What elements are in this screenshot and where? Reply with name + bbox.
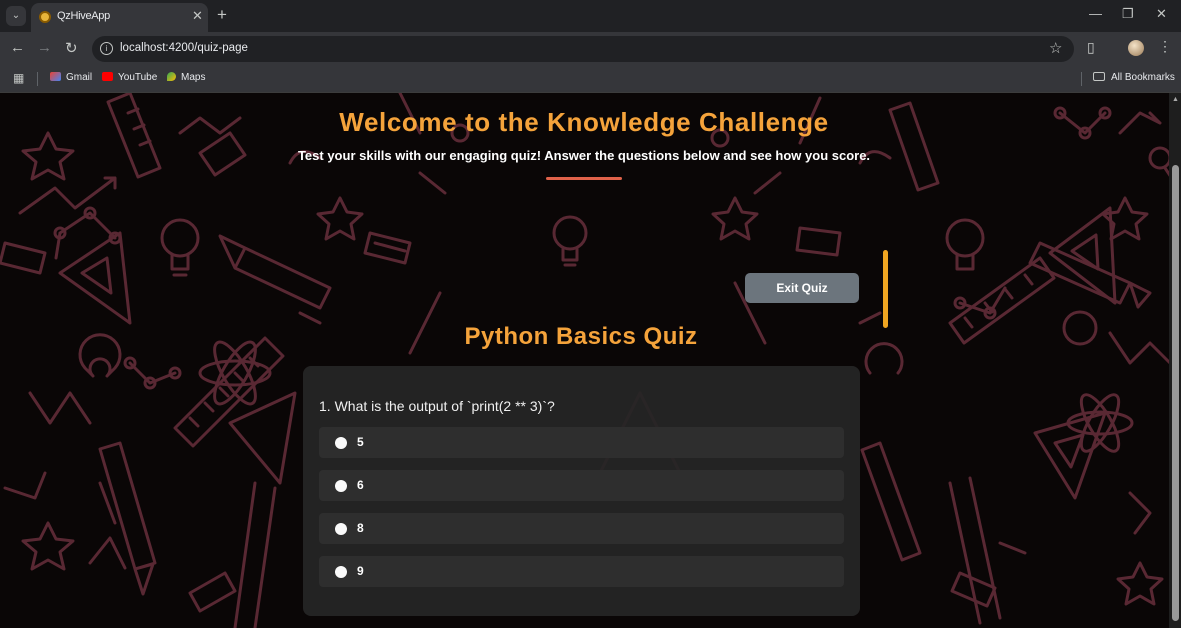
tab-strip: ⌄ QzHiveApp ✕ + — ❐ ✕ — [0, 0, 1181, 32]
new-tab-icon[interactable]: + — [217, 5, 227, 25]
close-tab-icon[interactable]: ✕ — [192, 8, 203, 24]
browser-tab[interactable]: QzHiveApp ✕ — [31, 3, 208, 32]
site-info-icon[interactable]: i — [100, 42, 113, 55]
browser-toolbar: ← → ↻ i localhost:4200/quiz-page ☆ ▯ ⋮ — [0, 32, 1181, 65]
bookmark-label: Gmail — [66, 72, 93, 83]
bookmark-star-icon[interactable]: ☆ — [1049, 39, 1062, 57]
forward-icon[interactable]: → — [37, 39, 52, 56]
accent-bar — [883, 250, 888, 328]
minimize-icon[interactable]: — — [1089, 6, 1102, 21]
page-viewport: Welcome to the Knowledge Challenge Test … — [0, 93, 1181, 628]
address-bar[interactable]: i localhost:4200/quiz-page ☆ — [92, 36, 1074, 62]
page-title: Welcome to the Knowledge Challenge — [339, 107, 829, 137]
bookmarks-bar: ▦ Gmail YouTube Maps All Bookmarks — [0, 65, 1181, 93]
option-label: 9 — [357, 564, 364, 578]
bookmark-maps[interactable]: Maps — [167, 72, 205, 83]
bookmark-gmail[interactable]: Gmail — [50, 72, 92, 83]
reload-icon[interactable]: ↻ — [65, 39, 78, 57]
profile-avatar[interactable] — [1128, 40, 1144, 56]
url-text[interactable]: localhost:4200/quiz-page — [120, 42, 248, 54]
extensions-icon[interactable]: ▯ — [1087, 39, 1095, 56]
page-scrollbar[interactable]: ▲ — [1169, 93, 1181, 628]
option-label: 6 — [357, 478, 364, 492]
restore-icon[interactable]: ❐ — [1122, 6, 1134, 22]
folder-icon — [1093, 72, 1105, 81]
back-icon[interactable]: ← — [10, 39, 25, 56]
all-bookmarks-button[interactable]: All Bookmarks — [1093, 72, 1175, 83]
scrollbar-thumb[interactable] — [1172, 165, 1179, 621]
apps-grid-icon[interactable]: ▦ — [13, 71, 24, 85]
title-underline — [546, 177, 622, 180]
scroll-up-icon[interactable]: ▲ — [1172, 96, 1179, 103]
radio-button[interactable] — [335, 523, 347, 535]
question-text: 1. What is the output of `print(2 ** 3)`… — [319, 398, 555, 414]
answer-option[interactable]: 5 — [319, 427, 844, 458]
bookmark-youtube[interactable]: YouTube — [102, 72, 157, 83]
page-subtitle: Test your skills with our engaging quiz!… — [297, 148, 871, 163]
radio-button[interactable] — [335, 437, 347, 449]
divider — [1081, 72, 1082, 86]
youtube-icon — [102, 72, 113, 81]
maps-pin-icon — [167, 72, 176, 81]
tab-search-icon[interactable]: ⌄ — [6, 6, 26, 26]
radio-button[interactable] — [335, 566, 347, 578]
all-bookmarks-label: All Bookmarks — [1111, 72, 1175, 83]
question-card: 1. What is the output of `print(2 ** 3)`… — [303, 366, 860, 616]
exit-quiz-button[interactable]: Exit Quiz — [745, 273, 859, 303]
more-menu-icon[interactable]: ⋮ — [1158, 38, 1172, 55]
gmail-icon — [50, 72, 61, 81]
bookmark-label: Maps — [181, 72, 206, 83]
bookmark-label: YouTube — [118, 72, 158, 83]
option-label: 5 — [357, 435, 364, 449]
option-label: 8 — [357, 521, 364, 535]
quiz-title: Python Basics Quiz — [464, 323, 698, 350]
divider — [37, 72, 38, 86]
app-favicon-icon — [39, 11, 51, 23]
answer-option[interactable]: 8 — [319, 513, 844, 544]
radio-button[interactable] — [335, 480, 347, 492]
answer-option[interactable]: 6 — [319, 470, 844, 501]
window-close-icon[interactable]: ✕ — [1156, 6, 1167, 22]
tab-title: QzHiveApp — [57, 10, 110, 22]
answer-option[interactable]: 9 — [319, 556, 844, 587]
